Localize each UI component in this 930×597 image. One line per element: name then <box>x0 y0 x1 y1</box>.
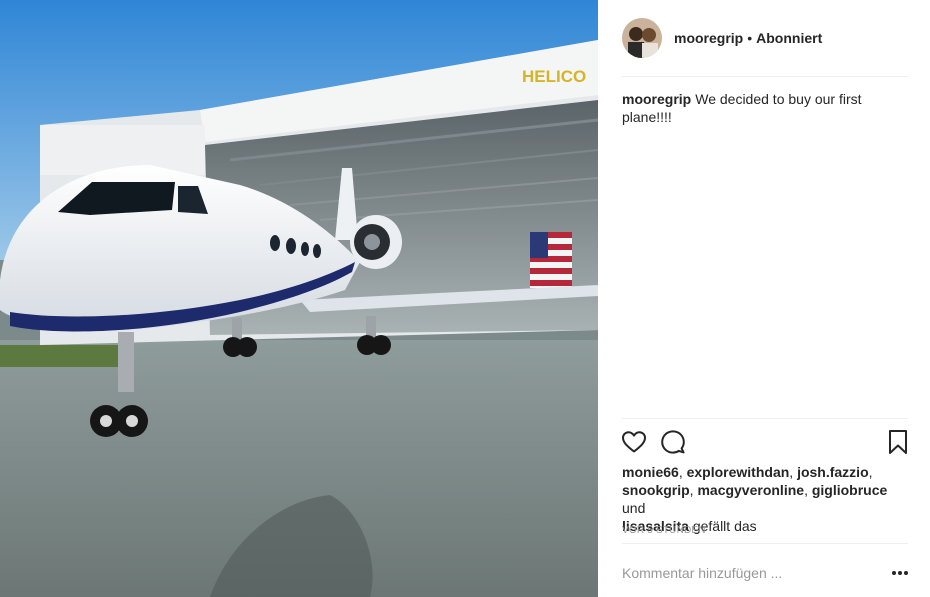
comment-icon[interactable] <box>659 428 687 456</box>
follow-status-button[interactable]: Abonniert <box>756 30 822 46</box>
comment-row <box>622 560 912 586</box>
liker-link[interactable]: macgyveronline <box>697 482 804 498</box>
comment-divider <box>622 543 908 544</box>
liker-link[interactable]: explorewithdan <box>687 464 790 480</box>
post-caption: mooregrip We decided to buy our first pla… <box>622 90 892 126</box>
post-actions <box>620 428 912 456</box>
likes-conjunction: und <box>622 500 646 516</box>
header-divider <box>622 76 908 77</box>
actions-divider <box>622 418 908 419</box>
hangar-sign-text: HELICO <box>522 67 586 86</box>
username-link[interactable]: mooregrip <box>674 30 743 46</box>
comment-input[interactable] <box>622 565 888 581</box>
more-options-icon[interactable] <box>888 563 912 583</box>
bookmark-icon[interactable] <box>884 428 912 456</box>
post-timestamp[interactable]: VOR 5 STUNDEN <box>622 525 706 536</box>
post-side-panel: mooregrip • Abonniert mooregrip We decide… <box>598 0 930 597</box>
liker-link[interactable]: monie66 <box>622 464 679 480</box>
heart-icon[interactable] <box>620 428 648 456</box>
liker-link[interactable]: snookgrip <box>622 482 690 498</box>
liker-link[interactable]: gigliobruce <box>812 482 887 498</box>
caption-username-link[interactable]: mooregrip <box>622 91 691 107</box>
liker-link[interactable]: josh.fazzio <box>797 464 869 480</box>
jet-hangar-image: HELICO <box>0 0 598 597</box>
separator-dot: • <box>747 30 753 46</box>
post-header: mooregrip • Abonniert <box>622 18 910 58</box>
post-photo[interactable]: HELICO <box>0 0 598 597</box>
avatar[interactable] <box>622 18 662 58</box>
